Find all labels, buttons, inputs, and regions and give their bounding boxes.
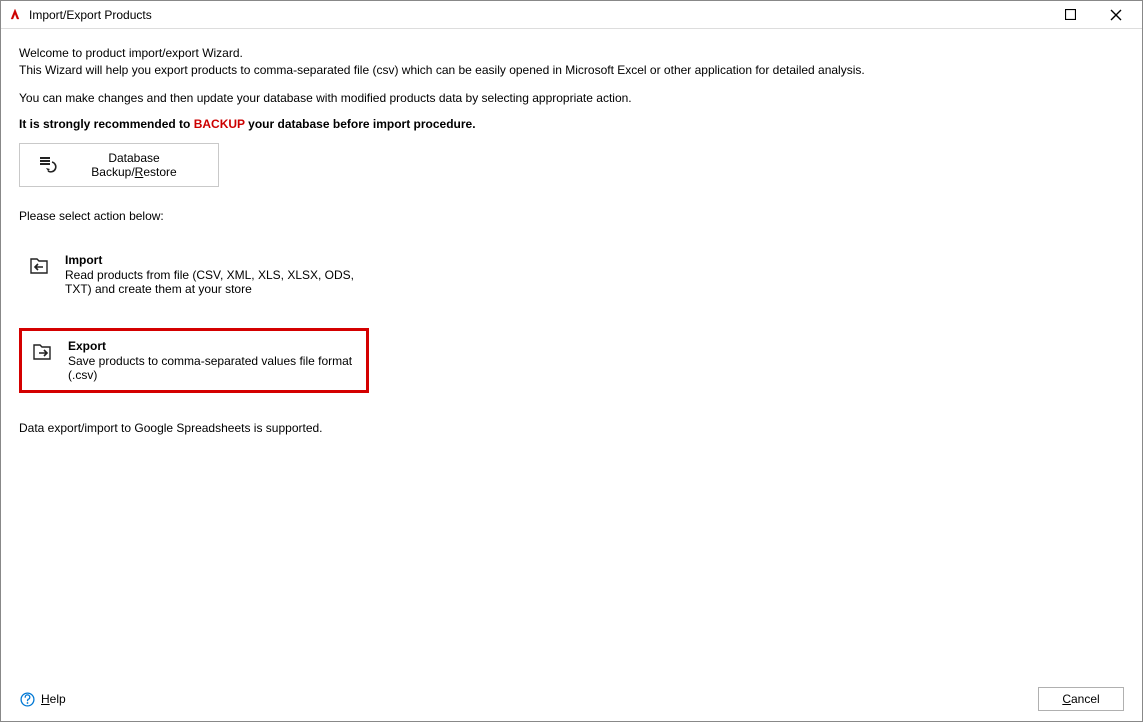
export-title: Export — [68, 339, 356, 353]
database-backup-restore-button[interactable]: Database Backup/Restore — [19, 143, 219, 187]
database-backup-label: Database Backup/Restore — [68, 151, 200, 179]
select-action-label: Please select action below: — [19, 209, 1124, 223]
close-button[interactable] — [1093, 2, 1138, 28]
footer: Help Cancel — [19, 677, 1124, 711]
intro-text: Welcome to product import/export Wizard.… — [19, 45, 1124, 117]
recommend-suffix: your database before import procedure. — [245, 117, 476, 131]
export-option[interactable]: Export Save products to comma-separated … — [19, 328, 369, 393]
window-title: Import/Export Products — [29, 8, 1048, 22]
export-option-text: Export Save products to comma-separated … — [68, 339, 356, 382]
titlebar: Import/Export Products — [1, 1, 1142, 29]
import-title: Import — [65, 253, 359, 267]
recommend-backup-word: BACKUP — [194, 117, 245, 131]
cancel-label: Cancel — [1062, 692, 1099, 706]
window-controls — [1048, 2, 1138, 28]
recommend-prefix: It is strongly recommended to — [19, 117, 194, 131]
import-icon — [29, 255, 51, 277]
backup-recommendation: It is strongly recommended to BACKUP you… — [19, 117, 1124, 131]
maximize-button[interactable] — [1048, 2, 1093, 28]
export-description: Save products to comma-separated values … — [68, 354, 356, 382]
help-label: Help — [41, 692, 66, 706]
app-icon — [7, 7, 23, 23]
cancel-button[interactable]: Cancel — [1038, 687, 1124, 711]
import-description: Read products from file (CSV, XML, XLS, … — [65, 268, 359, 296]
import-option-text: Import Read products from file (CSV, XML… — [65, 253, 359, 296]
intro-line-1: Welcome to product import/export Wizard. — [19, 45, 1124, 62]
google-spreadsheets-note: Data export/import to Google Spreadsheet… — [19, 421, 1124, 435]
import-option[interactable]: Import Read products from file (CSV, XML… — [19, 245, 369, 304]
export-icon — [32, 341, 54, 363]
content-area: Welcome to product import/export Wizard.… — [1, 29, 1142, 721]
intro-line-3: You can make changes and then update you… — [19, 90, 1124, 107]
database-backup-icon — [38, 155, 58, 175]
help-link[interactable]: Help — [19, 691, 66, 707]
intro-line-2: This Wizard will help you export product… — [19, 62, 1124, 79]
help-icon — [19, 691, 35, 707]
